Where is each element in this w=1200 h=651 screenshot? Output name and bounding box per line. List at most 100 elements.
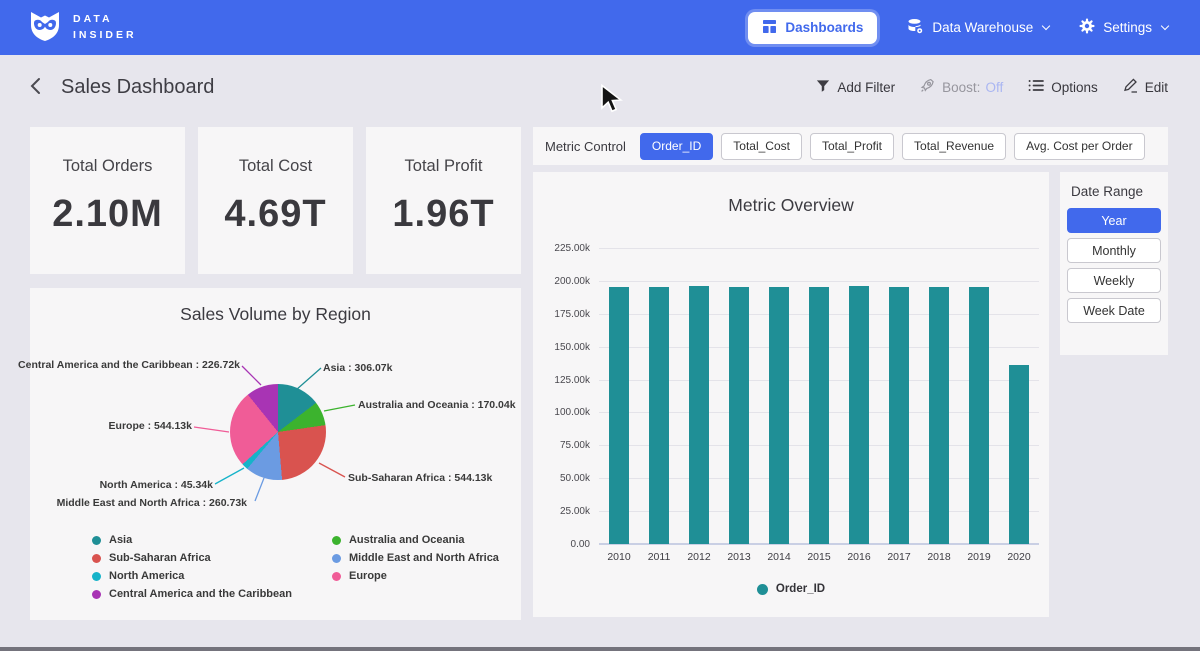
date-range-option-monthly[interactable]: Monthly (1067, 238, 1161, 263)
add-filter-button[interactable]: Add Filter (816, 79, 895, 96)
x-tick-label: 2012 (679, 551, 719, 563)
metric-option-avg-cost-per-order[interactable]: Avg. Cost per Order (1014, 133, 1145, 160)
y-tick-label: 150.00k (554, 342, 590, 353)
date-range-option-weekly[interactable]: Weekly (1067, 268, 1161, 293)
metric-option-order-id[interactable]: Order_ID (640, 133, 713, 160)
kpi-value: 1.96T (366, 193, 521, 236)
bar-chart-title: Metric Overview (533, 172, 1049, 216)
options-label: Options (1051, 80, 1098, 95)
bottom-strip (0, 647, 1200, 651)
chevron-down-icon (1042, 22, 1050, 30)
bar-plot: 225.00k200.00k175.00k150.00k125.00k100.0… (599, 248, 1039, 544)
page-title: Sales Dashboard (61, 76, 214, 99)
kpi-card-total-cost: Total Cost 4.69T (198, 127, 353, 274)
date-range-option-year[interactable]: Year (1067, 208, 1161, 233)
x-tick-label: 2013 (719, 551, 759, 563)
legend-label: Middle East and North Africa (349, 552, 499, 564)
brand: DATA INSIDER (28, 9, 137, 47)
metric-option-total-profit[interactable]: Total_Profit (810, 133, 894, 160)
legend-item-asia: Asia (92, 534, 292, 546)
kpi-row: Total Orders 2.10M Total Cost 4.69T Tota… (30, 127, 521, 274)
legend-item-central-america-and-the-caribbean: Central America and the Caribbean (92, 588, 292, 600)
date-range-label: Date Range (1071, 184, 1161, 199)
y-tick-label: 200.00k (554, 276, 590, 287)
x-tick-label: 2015 (799, 551, 839, 563)
options-button[interactable]: Options (1028, 79, 1098, 95)
brand-text: DATA INSIDER (73, 12, 137, 44)
y-tick-label: 50.00k (560, 473, 590, 484)
bar-slot-2017: 2017 (879, 248, 919, 544)
legend-column: Australia and Oceania Middle East and Nor… (332, 534, 499, 600)
metric-option-total-cost[interactable]: Total_Cost (721, 133, 802, 160)
kpi-card-total-orders: Total Orders 2.10M (30, 127, 185, 274)
legend-swatch (92, 590, 101, 599)
legend-item-sub-saharan-africa: Sub-Saharan Africa (92, 552, 292, 564)
date-range-options: Year Monthly Weekly Week Date (1067, 208, 1161, 323)
bar-2016 (849, 286, 869, 544)
legend-swatch (332, 536, 341, 545)
pie-label-north-america: North America : 45.34k (100, 479, 213, 491)
nav-settings-label: Settings (1103, 20, 1152, 35)
bar-2020 (1009, 365, 1029, 544)
brand-line1: DATA (73, 12, 137, 28)
edit-button[interactable]: Edit (1123, 78, 1168, 96)
nav-data-warehouse-label: Data Warehouse (932, 20, 1033, 35)
kpi-value: 2.10M (30, 193, 185, 236)
bar-slot-2018: 2018 (919, 248, 959, 544)
boost-label: Boost: (942, 80, 980, 95)
legend-label: Europe (349, 570, 387, 582)
bars: 2010201120122013201420152016201720182019… (599, 248, 1039, 544)
nav-dashboards-label: Dashboards (785, 20, 863, 35)
pie-label-europe: Europe : 544.13k (109, 420, 192, 432)
list-icon (1028, 79, 1044, 95)
add-filter-label: Add Filter (837, 80, 895, 95)
bar-slot-2015: 2015 (799, 248, 839, 544)
legend-item-australia-and-oceania: Australia and Oceania (332, 534, 499, 546)
boost-value: Off (985, 80, 1003, 95)
bar-2019 (969, 287, 989, 544)
metric-options: Order_ID Total_Cost Total_Profit Total_Reve… (640, 133, 1145, 160)
bar-slot-2016: 2016 (839, 248, 879, 544)
bar-2010 (609, 287, 629, 544)
back-button[interactable] (30, 77, 41, 98)
boost-toggle[interactable]: Boost: Off (920, 78, 1003, 96)
kpi-value: 4.69T (198, 193, 353, 236)
nav-dashboards-button[interactable]: Dashboards (748, 12, 877, 44)
y-tick-label: 25.00k (560, 506, 590, 517)
date-range-option-week-date[interactable]: Week Date (1067, 298, 1161, 323)
metric-control-label: Metric Control (545, 139, 626, 154)
legend-label: Asia (109, 534, 132, 546)
legend-swatch (92, 572, 101, 581)
pie-chart-card: Sales Volume by Region Asia : 306.07k Au… (30, 288, 521, 620)
y-tick-label: 0.00 (571, 539, 590, 550)
nav-data-warehouse-menu[interactable]: Data Warehouse (907, 18, 1049, 38)
bar-chart-card: Metric Overview 225.00k200.00k175.00k150… (533, 172, 1049, 617)
pie-label-sub-saharan-africa: Sub-Saharan Africa : 544.13k (348, 472, 492, 484)
nav-settings-menu[interactable]: Settings (1079, 18, 1168, 37)
y-tick-label: 125.00k (554, 375, 590, 386)
legend-swatch (92, 554, 101, 563)
y-tick-label: 175.00k (554, 309, 590, 320)
brand-line2: INSIDER (73, 28, 137, 44)
bar-slot-2019: 2019 (959, 248, 999, 544)
kpi-label: Total Profit (366, 157, 521, 176)
legend-label: Central America and the Caribbean (109, 588, 292, 600)
legend-swatch (332, 572, 341, 581)
chevron-down-icon (1161, 22, 1169, 30)
bar-2018 (929, 287, 949, 544)
pie-chart-title: Sales Volume by Region (30, 288, 521, 325)
bar-2013 (729, 287, 749, 544)
bar-2012 (689, 286, 709, 544)
y-tick-label: 225.00k (554, 243, 590, 254)
metric-option-total-revenue[interactable]: Total_Revenue (902, 133, 1006, 160)
owl-logo-icon (28, 9, 62, 47)
legend-label: North America (109, 570, 184, 582)
y-tick-label: 100.00k (554, 407, 590, 418)
bar-slot-2020: 2020 (999, 248, 1039, 544)
bar-chart-legend: Order_ID (533, 583, 1049, 595)
bar-slot-2013: 2013 (719, 248, 759, 544)
x-tick-label: 2016 (839, 551, 879, 563)
legend-swatch (92, 536, 101, 545)
kpi-label: Total Cost (198, 157, 353, 176)
legend-column: Asia Sub-Saharan Africa North America Centr… (92, 534, 292, 600)
